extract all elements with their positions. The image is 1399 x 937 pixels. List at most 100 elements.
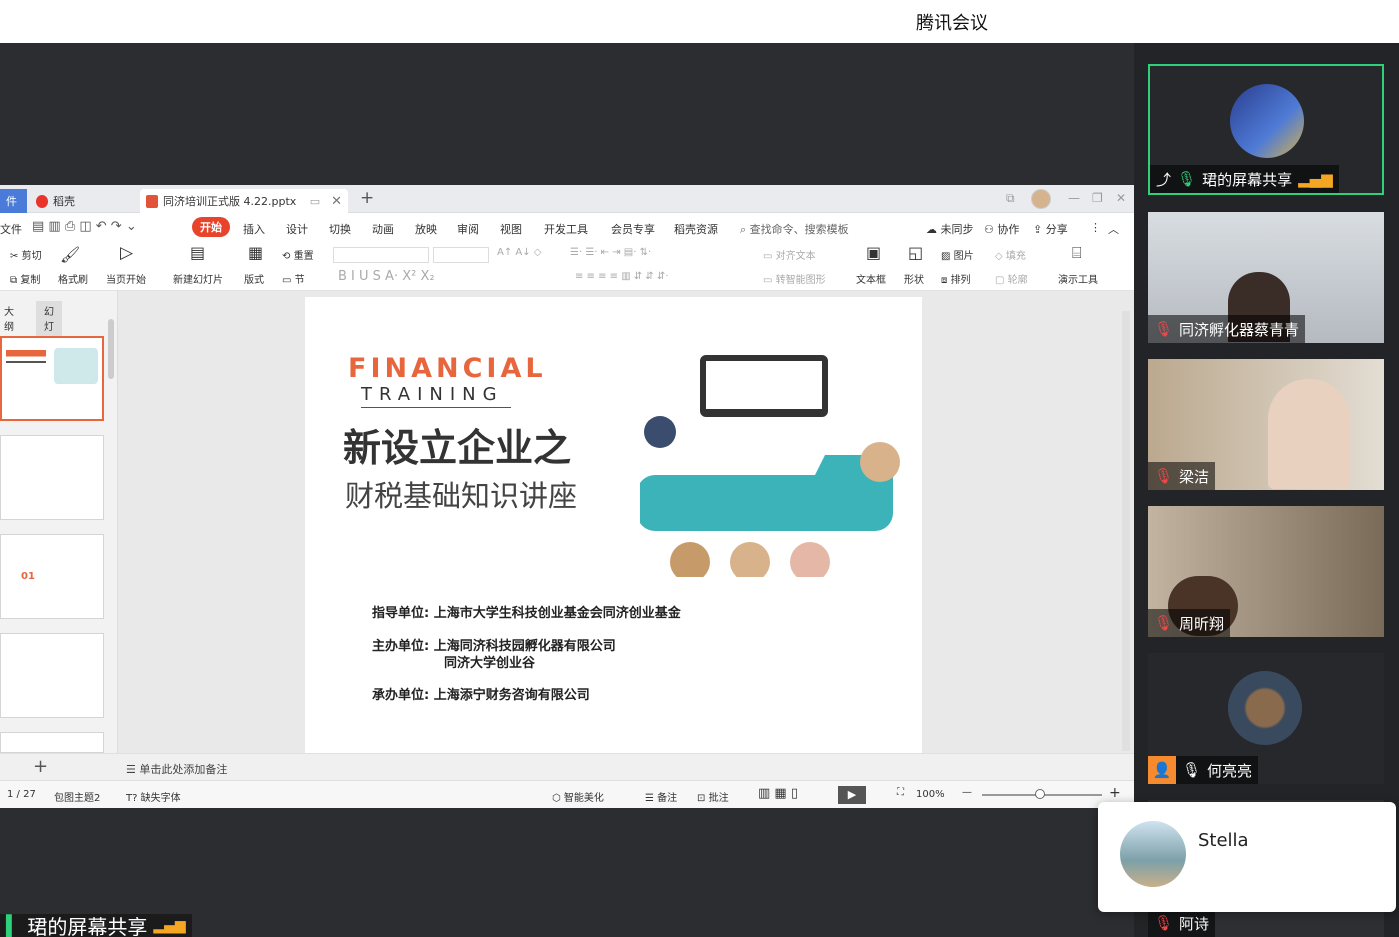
missing-font[interactable]: T? 缺失字体 — [126, 789, 181, 804]
notes-field[interactable]: ☰ 单击此处添加备注 — [126, 761, 227, 777]
slide-thumb-2[interactable] — [0, 435, 104, 520]
cut-label: 剪切 — [21, 251, 42, 262]
slide-scrollbar[interactable] — [1122, 311, 1130, 751]
menu-insert[interactable]: 插入 — [243, 221, 265, 237]
minimize-icon[interactable]: — — [1068, 191, 1080, 205]
menu-design[interactable]: 设计 — [286, 221, 308, 237]
participant-avatar — [1230, 84, 1304, 158]
menu-daoke-resources[interactable]: 稻壳资源 — [674, 221, 718, 237]
host-badge-icon: 👤 — [1148, 756, 1176, 784]
format-painter-label[interactable]: 格式刷 — [58, 271, 88, 286]
slide-canvas[interactable]: FINANCIAL TRAINING 新设立企业之 财税基础知识讲座 指导单位:… — [305, 297, 922, 753]
participant-tile-1[interactable]: ⤴ 🎙 珺的屏幕共享 ▂▄▆ — [1148, 64, 1384, 195]
signal-icon: ▂▄▆ — [153, 917, 186, 934]
participant-tile-3[interactable]: 🎙 梁洁 — [1148, 359, 1384, 490]
present-tools-icon[interactable]: ⌸ — [1072, 243, 1082, 263]
list-icons[interactable]: ☰· ☰· ⇤ ⇥ ▤· ⇅· — [570, 247, 651, 258]
new-tab-icon[interactable]: + — [360, 188, 374, 208]
menu-member[interactable]: 会员专享 — [611, 221, 655, 237]
quick-icons[interactable]: ▤ ▥ ⎙ ◫ ↶ ↷ ⌄ — [32, 219, 137, 234]
close-window-icon[interactable]: ✕ — [1116, 191, 1126, 205]
thumbs-scrollbar[interactable] — [108, 319, 114, 379]
tab-outline[interactable]: 大纲 — [4, 303, 14, 333]
participant-tile-5[interactable]: 👤 🎙 何亮亮 — [1148, 653, 1384, 784]
reset-button[interactable]: ⟲ 重置 — [282, 247, 314, 262]
present-tools-button[interactable]: 演示工具 — [1058, 271, 1098, 286]
font-family-select[interactable] — [333, 247, 429, 263]
pin-icon[interactable]: ▭ — [310, 195, 320, 208]
slide-thumb-5[interactable] — [0, 732, 104, 753]
slide-thumb-1[interactable] — [0, 336, 104, 421]
close-tab-icon[interactable]: ✕ — [331, 194, 342, 209]
search-command[interactable]: ⌕ 查找命令、搜索模板 — [740, 221, 849, 237]
menu-start[interactable]: 开始 — [192, 217, 230, 237]
outline-button[interactable]: ▢ 轮廓 — [995, 271, 1028, 286]
participant-tile-4[interactable]: 🎙 周昕翔 — [1148, 506, 1384, 637]
tab-document[interactable]: 同济培训正式版 4.22.pptx ▭ ✕ — [140, 189, 348, 213]
fit-icon[interactable]: ⛶ — [897, 787, 904, 798]
participant-name: 梁洁 — [1179, 467, 1210, 486]
play-from-current[interactable]: 当页开始 — [106, 271, 146, 286]
menu-review[interactable]: 审阅 — [457, 221, 479, 237]
zoom-out-icon[interactable]: — — [962, 787, 972, 798]
font-size-select[interactable] — [433, 247, 489, 263]
fill-icon: ◇ — [995, 251, 1003, 262]
shape-button[interactable]: 形状 — [904, 271, 924, 286]
menu-view[interactable]: 视图 — [500, 221, 522, 237]
file-menu[interactable]: 文件 — [0, 221, 22, 237]
textbox-button[interactable]: 文本框 — [856, 271, 886, 286]
slide-thumb-4[interactable] — [0, 633, 104, 718]
font-size-icons[interactable]: A↑ A↓ ◇ — [497, 247, 542, 258]
slide-thumb-3[interactable]: 01 — [0, 534, 104, 619]
layout-button[interactable]: 版式 — [244, 271, 264, 286]
align-icons[interactable]: ≡ ≡ ≡ ≡ ▥ ⇵ ⇵ ⇵· — [575, 271, 669, 282]
align-text-button[interactable]: ▭ 对齐文本 — [763, 247, 816, 262]
collab-button[interactable]: ⚇ 协作 — [984, 221, 1019, 237]
align-text-label: 对齐文本 — [775, 251, 816, 262]
collapse-ribbon-icon[interactable]: ︿ — [1108, 221, 1119, 237]
tab-previous[interactable]: 件 — [0, 189, 27, 213]
restore-icon[interactable]: ❐ — [1092, 191, 1103, 205]
participant-tile-2[interactable]: 🎙 同济孵化器蔡青青 — [1148, 212, 1384, 343]
new-slide-icon[interactable]: ▤ — [190, 243, 205, 262]
picture-button[interactable]: ▨ 图片 — [941, 247, 974, 262]
menu-slideshow[interactable]: 放映 — [415, 221, 437, 237]
notes-toggle[interactable]: ☰ 备注 — [645, 789, 677, 804]
theme-name[interactable]: 包图主题2 — [54, 789, 100, 804]
window-titlebar: 腾讯会议 — [0, 0, 1399, 43]
smart-beautify[interactable]: ⬡ 智能美化 — [552, 789, 604, 804]
menu-animation[interactable]: 动画 — [372, 221, 394, 237]
copy-button[interactable]: ⧉ 复制 — [10, 271, 40, 286]
comment-toggle[interactable]: ⊡ 批注 — [697, 789, 729, 804]
layout-icon[interactable]: ▦ — [248, 243, 263, 262]
arrange-button[interactable]: ⧈ 排列 — [941, 271, 971, 286]
add-slide-icon[interactable]: + — [33, 756, 48, 777]
reset-label: 重置 — [293, 251, 314, 262]
more-icon[interactable]: ⋮ — [1090, 221, 1101, 234]
share-button[interactable]: ⇪ 分享 — [1033, 221, 1068, 237]
play-icon[interactable]: ▷ — [120, 243, 133, 263]
zoom-level[interactable]: 100% — [916, 789, 945, 800]
textbox-icon[interactable]: ▣ — [866, 243, 881, 262]
menu-transition[interactable]: 切换 — [329, 221, 351, 237]
shape-icon[interactable]: ◱ — [908, 243, 923, 262]
view-mode-icons[interactable]: ▥ ▦ ▯ — [758, 786, 798, 801]
zoom-handle[interactable] — [1035, 789, 1045, 799]
comment-icon: ⊡ — [697, 793, 706, 804]
zoom-in-icon[interactable]: + — [1109, 785, 1121, 801]
text-style-icons[interactable]: B I U S A· X² X₂ — [338, 269, 435, 284]
tab-daoke[interactable]: 稻壳 — [30, 189, 81, 213]
smart-graphic-button[interactable]: ▭ 转智能图形 — [763, 271, 826, 286]
cut-button[interactable]: ✂ 剪切 — [10, 247, 42, 262]
tencent-meeting-window: 腾讯会议 件 稻壳 同济培训正式版 4.22.pptx ▭ ✕ + ⧉ — ❐ ✕ … — [0, 0, 1399, 937]
play-slideshow-icon[interactable]: ▶ — [838, 786, 866, 804]
format-painter-icon[interactable]: 🖌 — [60, 245, 80, 264]
sync-status[interactable]: ☁ 未同步 — [926, 221, 974, 237]
menu-devtools[interactable]: 开发工具 — [544, 221, 588, 237]
fill-button[interactable]: ◇ 填充 — [995, 247, 1026, 262]
new-slide-button[interactable]: 新建幻灯片 — [173, 271, 223, 286]
avatar[interactable] — [1031, 189, 1051, 209]
notes-placeholder: 单击此处添加备注 — [139, 763, 228, 776]
layout-icon[interactable]: ⧉ — [1006, 191, 1015, 206]
section-button[interactable]: ▭ 节 — [282, 271, 305, 286]
